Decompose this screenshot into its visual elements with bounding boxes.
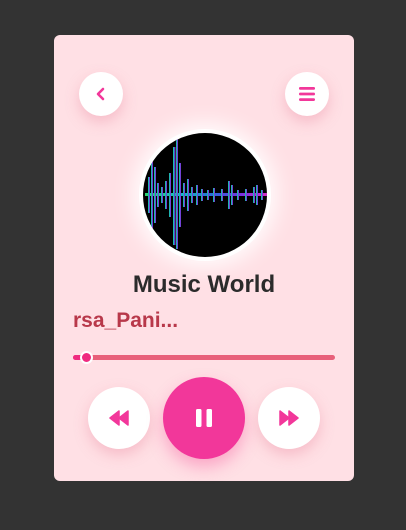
rewind-icon <box>108 410 130 426</box>
chevron-left-icon <box>94 87 108 101</box>
previous-track-button[interactable] <box>88 387 150 449</box>
progress-bar[interactable] <box>73 351 335 364</box>
track-artist: rsa_Pani... <box>73 309 179 332</box>
album-artwork <box>139 129 271 261</box>
back-button[interactable] <box>79 72 123 116</box>
progress-thumb[interactable] <box>80 351 94 364</box>
fast-forward-icon <box>278 410 300 426</box>
menu-button[interactable] <box>285 72 329 116</box>
music-player-card: Music World rsa_Pani... <box>54 35 354 481</box>
audio-waveform-artwork <box>143 133 267 257</box>
play-pause-button[interactable] <box>163 377 245 459</box>
hamburger-menu-icon <box>298 86 316 102</box>
track-title: Music World <box>132 271 276 298</box>
next-track-button[interactable] <box>258 387 320 449</box>
pause-icon <box>195 408 213 428</box>
